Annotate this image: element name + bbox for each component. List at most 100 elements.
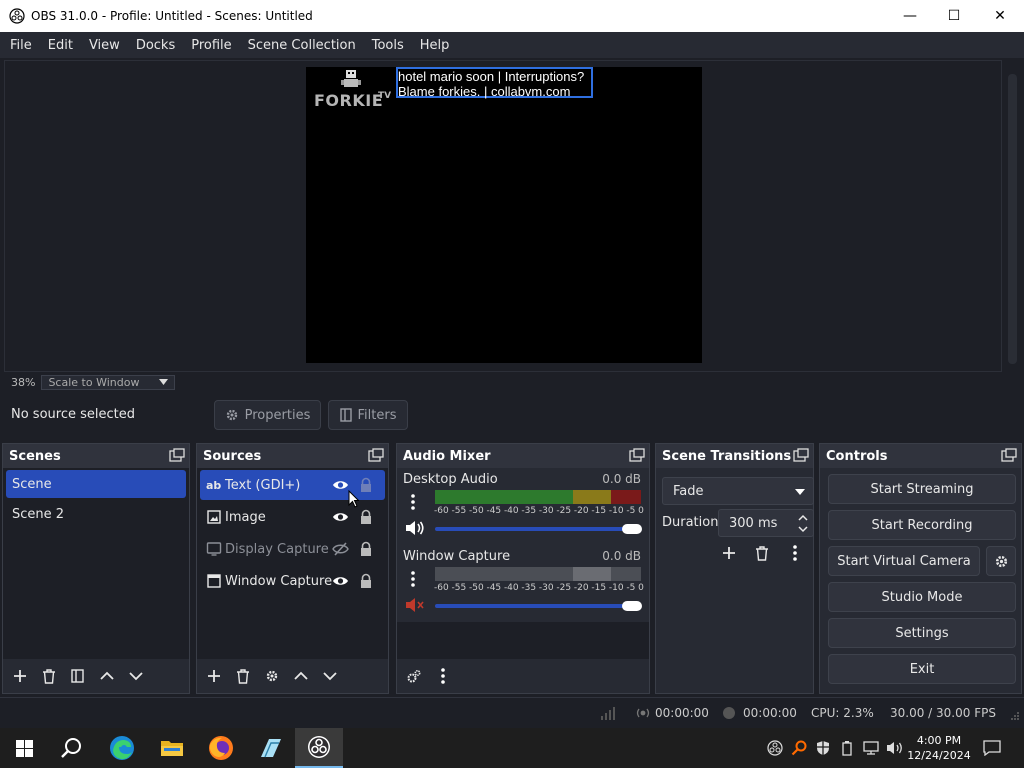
add-transition-button[interactable]	[714, 540, 743, 566]
remove-transition-button[interactable]	[747, 540, 776, 566]
tick: -55	[451, 506, 467, 516]
tray-volume[interactable]	[884, 728, 906, 768]
taskbar-firefox[interactable]	[197, 728, 245, 768]
menu-scene-collection[interactable]: Scene Collection	[240, 38, 364, 53]
zoom-mode-select[interactable]: Scale to Window	[41, 374, 176, 390]
remove-source-button[interactable]	[228, 663, 257, 689]
exit-button[interactable]: Exit	[828, 654, 1016, 684]
search-button[interactable]	[48, 728, 96, 768]
float-dock-icon[interactable]	[793, 448, 809, 462]
menu-help[interactable]: Help	[412, 38, 458, 53]
tray-app[interactable]	[788, 728, 810, 768]
transition-menu-button[interactable]	[780, 540, 809, 566]
speaker-muted-icon[interactable]	[405, 597, 425, 613]
text-icon: ab	[206, 478, 222, 492]
transition-select[interactable]: Fade	[662, 477, 814, 505]
taskbar-obs[interactable]	[295, 728, 343, 768]
notepad-icon	[261, 739, 281, 758]
more-options-icon[interactable]	[411, 494, 415, 510]
tray-network[interactable]	[860, 728, 882, 768]
source-properties-button[interactable]	[257, 663, 286, 689]
menu-view[interactable]: View	[81, 38, 128, 53]
settings-button[interactable]: Settings	[828, 618, 1016, 648]
eye-hidden-icon[interactable]	[332, 541, 349, 557]
meter-ticks: -60 -55 -50 -45 -40 -35 -30 -25 -20 -15 -10 -5 0	[434, 506, 644, 518]
float-dock-icon[interactable]	[1001, 448, 1017, 462]
tick: -5	[626, 506, 636, 516]
preview-scrollbar[interactable]	[1004, 60, 1022, 374]
scene-up-button[interactable]	[92, 663, 121, 689]
scene-item-scene-2[interactable]: Scene 2	[6, 500, 186, 528]
taskbar-file-explorer[interactable]	[148, 728, 196, 768]
tray-obs[interactable]	[764, 728, 786, 768]
eye-icon[interactable]	[332, 509, 349, 525]
search-icon	[61, 738, 81, 758]
tray-security[interactable]	[812, 728, 834, 768]
advanced-audio-button[interactable]	[399, 663, 428, 689]
menu-profile[interactable]: Profile	[183, 38, 239, 53]
scene-filters-button[interactable]	[63, 663, 92, 689]
taskbar-edge[interactable]	[98, 728, 146, 768]
minimize-button[interactable]: —	[887, 0, 933, 32]
more-options-icon	[440, 668, 445, 684]
remove-scene-button[interactable]	[34, 663, 63, 689]
volume-slider[interactable]	[435, 527, 641, 531]
filters-button[interactable]: Filters	[328, 400, 408, 430]
more-options-icon[interactable]	[411, 571, 415, 587]
source-down-button[interactable]	[315, 663, 344, 689]
menu-edit[interactable]: Edit	[40, 38, 81, 53]
tray-battery[interactable]	[836, 728, 858, 768]
scenes-list[interactable]: Scene Scene 2	[3, 468, 189, 659]
scrollbar-thumb[interactable]	[1008, 74, 1017, 364]
chevron-down-icon	[795, 489, 805, 495]
lock-icon[interactable]	[359, 541, 373, 557]
scene-item-scene[interactable]: Scene	[6, 470, 186, 498]
menu-docks[interactable]: Docks	[128, 38, 183, 53]
chevron-down-icon[interactable]	[798, 526, 808, 533]
context-bar: No source selected Properties Filters	[0, 395, 1024, 435]
float-dock-icon[interactable]	[629, 448, 645, 462]
lock-icon[interactable]	[359, 509, 373, 525]
audio-mixer-menu-button[interactable]	[428, 663, 457, 689]
tick: -45	[486, 583, 502, 593]
add-scene-button[interactable]	[5, 663, 34, 689]
volume-slider[interactable]	[435, 604, 641, 608]
studio-mode-button[interactable]: Studio Mode	[828, 582, 1016, 612]
duration-spinbox[interactable]: 300 ms	[718, 509, 814, 537]
eye-icon[interactable]	[332, 477, 349, 493]
menu-file[interactable]: File	[2, 38, 40, 53]
float-dock-icon[interactable]	[368, 448, 384, 462]
source-up-button[interactable]	[286, 663, 315, 689]
maximize-button[interactable]: ☐	[931, 0, 977, 32]
notification-center-button[interactable]	[978, 728, 1006, 768]
speaker-icon[interactable]	[405, 520, 425, 536]
start-streaming-button[interactable]: Start Streaming	[828, 474, 1016, 504]
scene-down-button[interactable]	[121, 663, 150, 689]
virtual-camera-settings-button[interactable]	[986, 546, 1016, 576]
plus-icon	[722, 547, 735, 559]
sources-list[interactable]: ab Text (GDI+) Image Display Capture Win…	[197, 468, 388, 659]
eye-icon[interactable]	[332, 573, 349, 589]
text-source-overlay[interactable]: hotel mario soon | Interruptions? Blame …	[396, 67, 593, 99]
taskbar-clock[interactable]: 4:00 PM 12/24/2024	[906, 728, 972, 768]
chevron-up-icon[interactable]	[798, 514, 808, 521]
float-dock-icon[interactable]	[169, 448, 185, 462]
properties-button[interactable]: Properties	[214, 400, 321, 430]
volume-slider-handle[interactable]	[622, 601, 642, 611]
start-virtual-camera-button[interactable]: Start Virtual Camera	[828, 546, 980, 576]
source-item-display-capture[interactable]: Display Capture	[200, 534, 385, 564]
lock-icon[interactable]	[359, 573, 373, 589]
lock-icon[interactable]	[359, 477, 373, 493]
menu-tools[interactable]: Tools	[364, 38, 412, 53]
close-button[interactable]: ✕	[977, 0, 1023, 32]
add-source-button[interactable]	[199, 663, 228, 689]
taskbar-app[interactable]	[246, 728, 294, 768]
volume-slider-handle[interactable]	[622, 524, 642, 534]
start-button[interactable]	[0, 728, 48, 768]
resize-grip-icon[interactable]	[1010, 711, 1020, 721]
meter-green	[435, 490, 573, 504]
preview-canvas[interactable]: FORKIE TV hotel mario soon | Interruptio…	[306, 67, 702, 363]
tick: -25	[556, 506, 572, 516]
start-recording-button[interactable]: Start Recording	[828, 510, 1016, 540]
source-item-window-capture[interactable]: Window Capture	[200, 566, 385, 596]
